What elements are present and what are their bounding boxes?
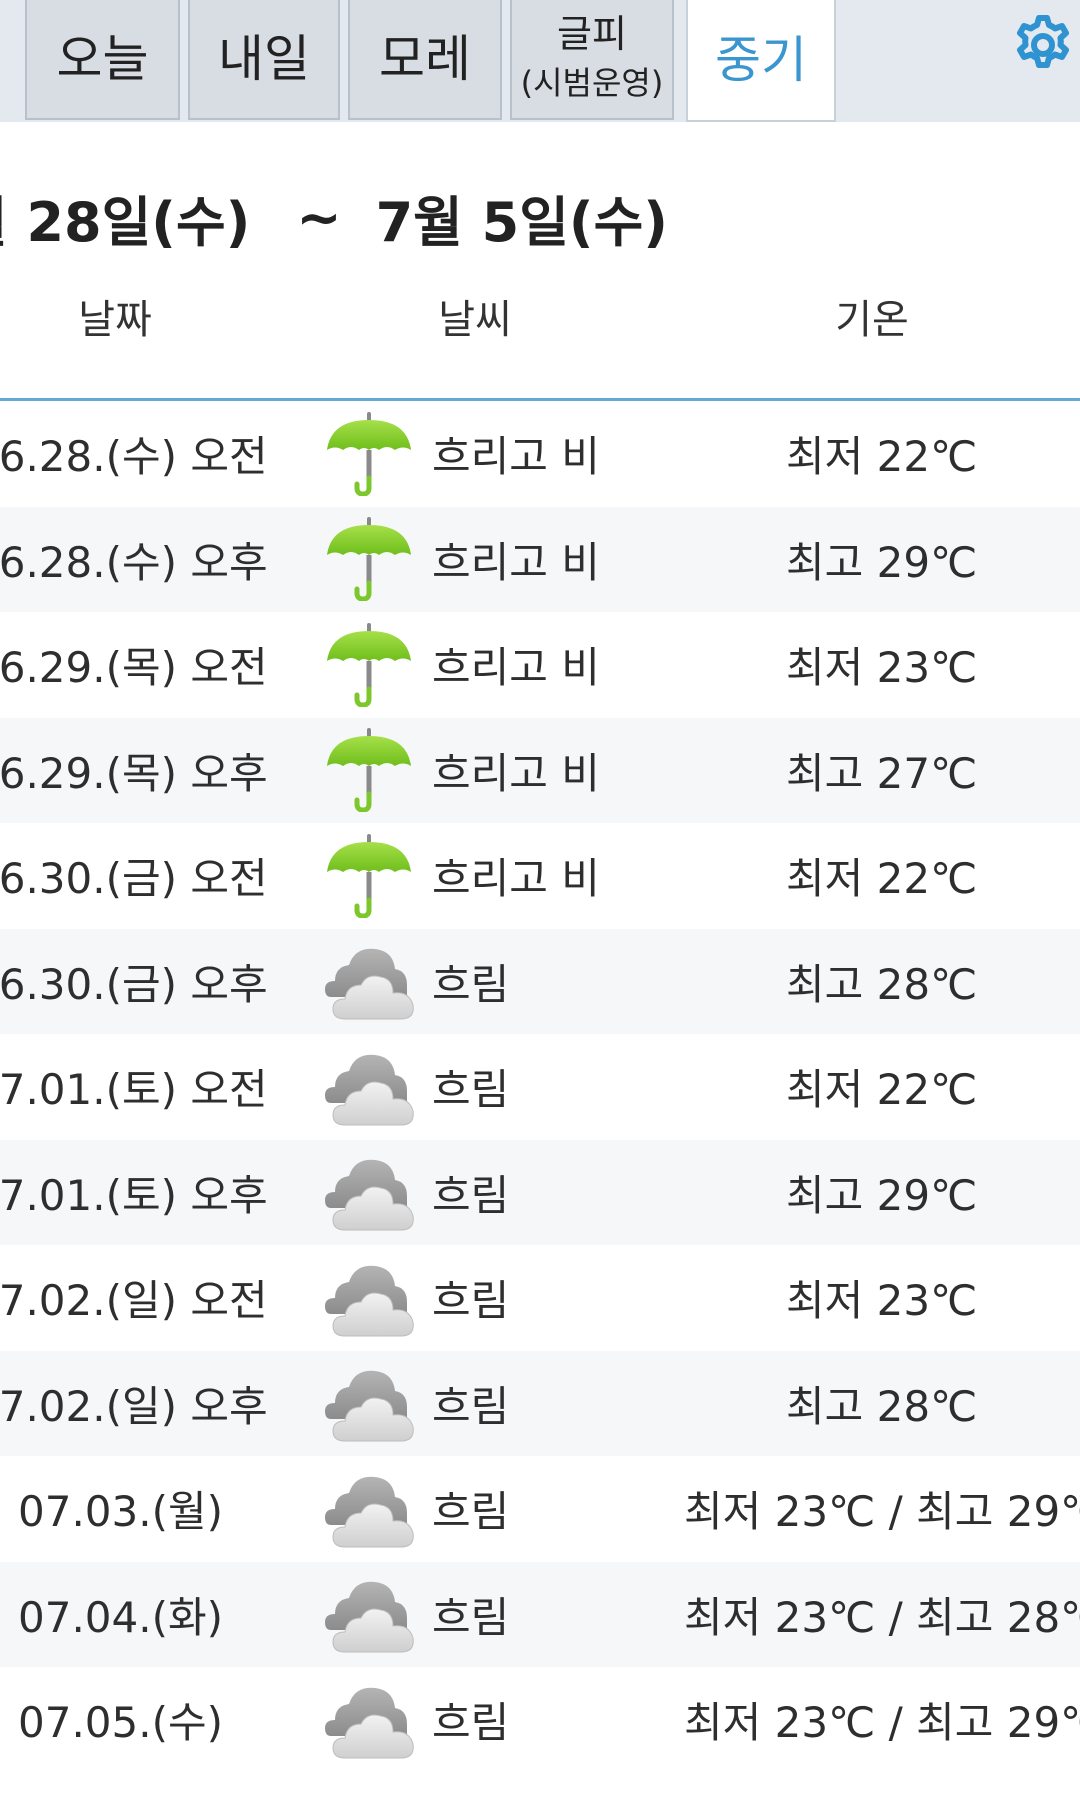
row-date: 07.05.(수) — [18, 1698, 223, 1748]
tab-label: 모레 — [379, 30, 471, 88]
umbrella-icon — [323, 411, 415, 497]
row-date: 07.03.(월) — [18, 1487, 223, 1537]
tab-three-days-later[interactable]: 글피 (시범운영) — [510, 0, 674, 120]
row-date: 07.01.(토) 오후 — [0, 1170, 268, 1220]
tab-sublabel: (시범운영) — [520, 64, 664, 103]
umbrella-icon — [323, 728, 415, 813]
row-temperature: 최고 28℃ — [786, 959, 978, 1009]
forecast-table: 06.28.(수) 오전 흐리고 비 최저 22℃ 06.28.(수) 오후 흐리고… — [0, 401, 1080, 1773]
period-end: 7월 5일(수) — [375, 190, 668, 254]
cloud-icon — [323, 1361, 415, 1445]
table-row: 06.30.(금) 오전 흐리고 비 최저 22℃ — [0, 823, 1080, 929]
row-date: 06.28.(수) 오전 — [0, 432, 268, 482]
row-temperature: 최저 22℃ — [786, 432, 978, 482]
cloud-icon — [323, 1678, 415, 1762]
row-date: 06.30.(금) 오전 — [0, 854, 268, 904]
umbrella-icon — [323, 833, 415, 919]
table-row: 07.01.(토) 오전 흐림 최저 22℃ — [0, 1034, 1080, 1140]
table-row: 07.01.(토) 오후 흐림 최고 29℃ — [0, 1139, 1080, 1245]
row-weather: 흐리고 비 — [432, 748, 600, 798]
row-temperature: 최고 28℃ — [786, 1381, 978, 1431]
table-row: 06.28.(수) 오전 흐리고 비 최저 22℃ — [0, 401, 1080, 507]
tab-label: 내일 — [218, 30, 310, 88]
gear-icon — [1017, 15, 1069, 68]
tab-tomorrow[interactable]: 내일 — [188, 0, 340, 120]
row-date: 07.02.(일) 오전 — [0, 1276, 268, 1326]
row-date: 06.28.(수) 오후 — [0, 537, 268, 587]
row-date: 06.29.(목) 오전 — [0, 643, 268, 693]
umbrella-icon — [323, 517, 415, 602]
row-date: 06.29.(목) 오후 — [0, 748, 268, 798]
row-temperature: 최저 23℃ / 최고 28℃ — [684, 1592, 1080, 1642]
row-temperature: 최저 23℃ — [786, 1276, 978, 1326]
tab-today[interactable]: 오늘 — [25, 0, 180, 120]
cloud-icon — [323, 1150, 415, 1234]
row-weather: 흐림 — [432, 1170, 510, 1220]
settings-button[interactable] — [1010, 12, 1076, 78]
period-title: 월 28일(수) ~ 7월 5일(수) — [0, 182, 668, 254]
row-date: 07.02.(일) 오후 — [0, 1381, 268, 1431]
row-weather: 흐림 — [432, 1381, 510, 1431]
table-row: 06.29.(목) 오후 흐리고 비 최고 27℃ — [0, 717, 1080, 823]
row-date: 06.30.(금) 오후 — [0, 959, 268, 1009]
column-header-weather: 날씨 — [438, 297, 512, 343]
row-weather: 흐림 — [432, 959, 510, 1009]
row-temperature: 최고 27℃ — [786, 748, 978, 798]
table-header: 날짜 날씨 기온 — [0, 290, 1080, 401]
cloud-icon — [323, 939, 415, 1023]
row-weather: 흐림 — [432, 1276, 510, 1326]
row-weather: 흐리고 비 — [432, 643, 600, 693]
table-row: 07.02.(일) 오후 흐림 최고 28℃ — [0, 1350, 1080, 1456]
row-temperature: 최저 23℃ — [786, 643, 978, 693]
row-temperature: 최저 23℃ / 최고 29℃ — [684, 1698, 1080, 1748]
table-row: 07.04.(화) 흐림 최저 23℃ / 최고 28℃ — [0, 1561, 1080, 1667]
row-temperature: 최저 22℃ — [786, 1065, 978, 1115]
row-temperature: 최고 29℃ — [786, 1170, 978, 1220]
column-header-date: 날짜 — [78, 297, 152, 343]
row-weather: 흐림 — [432, 1487, 510, 1537]
tab-label: 중기 — [715, 31, 807, 89]
row-weather: 흐림 — [432, 1592, 510, 1642]
row-weather: 흐림 — [432, 1065, 510, 1115]
umbrella-icon — [323, 622, 415, 708]
row-date: 07.01.(토) 오전 — [0, 1065, 268, 1115]
table-row: 06.30.(금) 오후 흐림 최고 28℃ — [0, 928, 1080, 1034]
column-header-temp: 기온 — [835, 297, 909, 343]
tab-mid-term[interactable]: 중기 — [686, 0, 836, 122]
period-separator: ~ — [296, 185, 342, 249]
row-date: 07.04.(화) — [18, 1592, 223, 1642]
tab-label: 오늘 — [56, 30, 149, 88]
row-temperature: 최고 29℃ — [786, 537, 978, 587]
row-weather: 흐리고 비 — [432, 537, 600, 587]
table-row: 07.03.(월) 흐림 최저 23℃ / 최고 29℃ — [0, 1456, 1080, 1562]
table-row: 07.05.(수) 흐림 최저 23℃ / 최고 29℃ — [0, 1667, 1080, 1773]
table-row: 07.02.(일) 오전 흐림 최저 23℃ — [0, 1245, 1080, 1351]
row-weather: 흐리고 비 — [432, 432, 600, 482]
cloud-icon — [323, 1467, 415, 1551]
row-temperature: 최저 23℃ / 최고 29℃ — [684, 1487, 1080, 1537]
row-weather: 흐리고 비 — [432, 854, 600, 904]
row-temperature: 최저 22℃ — [786, 854, 978, 904]
cloud-icon — [323, 1256, 415, 1340]
table-row: 06.29.(목) 오전 흐리고 비 최저 23℃ — [0, 612, 1080, 718]
tab-label: 글피 — [557, 12, 627, 57]
row-weather: 흐림 — [432, 1698, 510, 1748]
period-start: 월 28일(수) — [0, 190, 251, 254]
tab-day-after-tomorrow[interactable]: 모레 — [348, 0, 502, 120]
tab-bar: 오늘 내일 모레 글피 (시범운영) 중기 — [0, 0, 1080, 122]
cloud-icon — [323, 1572, 415, 1656]
cloud-icon — [323, 1045, 415, 1129]
table-row: 06.28.(수) 오후 흐리고 비 최고 29℃ — [0, 506, 1080, 612]
